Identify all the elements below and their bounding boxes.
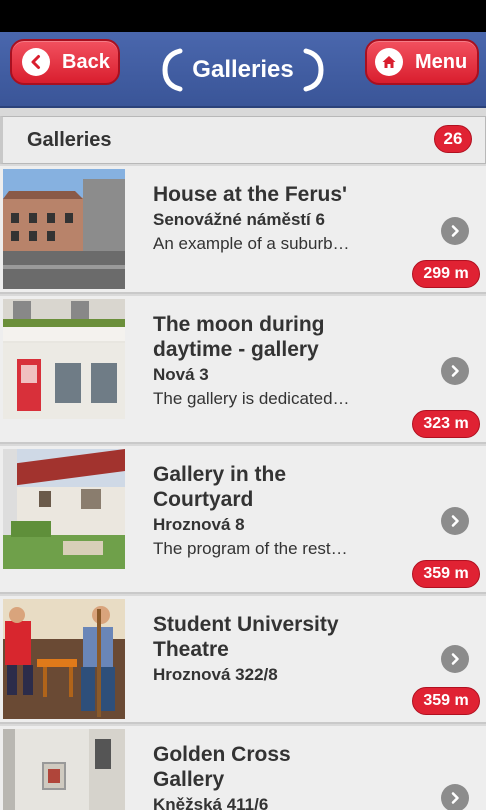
bracket-left-icon (162, 48, 183, 92)
item-address: Kněžská 411/6 (153, 795, 269, 810)
home-icon (375, 48, 403, 76)
page-title-text: Galleries (192, 56, 294, 83)
menu-label: Menu (415, 50, 468, 73)
list-header: Galleries 26 (0, 116, 486, 164)
page-title: Galleries (140, 32, 346, 108)
item-title: Gallery in the (153, 463, 287, 486)
item-address: Hroznová 322/8 (153, 665, 278, 684)
thumbnail-image (3, 299, 125, 419)
chevron-right-icon[interactable] (441, 357, 469, 385)
item-description: The program of the rest… (153, 539, 348, 558)
item-title: The moon during (153, 313, 325, 336)
item-address: Senovážné náměstí 6 (153, 210, 325, 229)
list-item[interactable]: Gallery in the Courtyard Hroznová 8 The … (0, 446, 486, 594)
distance-badge: 323 m (412, 410, 480, 438)
distance-badge: 359 m (412, 560, 480, 588)
status-bar (0, 0, 486, 32)
back-label: Back (62, 50, 110, 73)
item-title-line2: Gallery (153, 768, 225, 791)
menu-button[interactable]: Menu (365, 39, 479, 85)
chevron-right-icon[interactable] (441, 507, 469, 535)
distance-badge: 359 m (412, 687, 480, 715)
thumbnail-image (3, 729, 125, 810)
item-title: Student University (153, 613, 339, 636)
chevron-right-icon[interactable] (441, 784, 469, 810)
count-badge: 26 (434, 125, 472, 153)
app-header: Back Galleries Menu (0, 32, 486, 108)
distance-badge: 299 m (412, 260, 480, 288)
list-item[interactable]: Student University Theatre Hroznová 322/… (0, 596, 486, 724)
chevron-right-icon[interactable] (441, 645, 469, 673)
thumbnail-image (3, 449, 125, 569)
arrow-left-icon (22, 48, 50, 76)
item-title: Golden Cross (153, 743, 291, 766)
chevron-right-icon[interactable] (441, 217, 469, 245)
item-title: House at the Ferus' (153, 183, 348, 206)
list-item[interactable]: The moon during daytime - gallery Nová 3… (0, 296, 486, 444)
thumbnail-image (3, 169, 125, 289)
list-item[interactable]: House at the Ferus' Senovážné náměstí 6 … (0, 166, 486, 294)
item-address: Hroznová 8 (153, 515, 245, 534)
list-item[interactable]: Golden Cross Gallery Kněžská 411/6 (0, 726, 486, 810)
back-button[interactable]: Back (10, 39, 120, 85)
bracket-right-icon (303, 48, 324, 92)
list-title: Galleries (27, 129, 112, 151)
item-title-line2: daytime - gallery (153, 338, 319, 361)
thumbnail-image (3, 599, 125, 719)
item-address: Nová 3 (153, 365, 209, 384)
item-description: The gallery is dedicated… (153, 389, 350, 408)
item-title-line2: Theatre (153, 638, 229, 661)
item-description: An example of a suburb… (153, 234, 350, 253)
item-title-line2: Courtyard (153, 488, 254, 511)
